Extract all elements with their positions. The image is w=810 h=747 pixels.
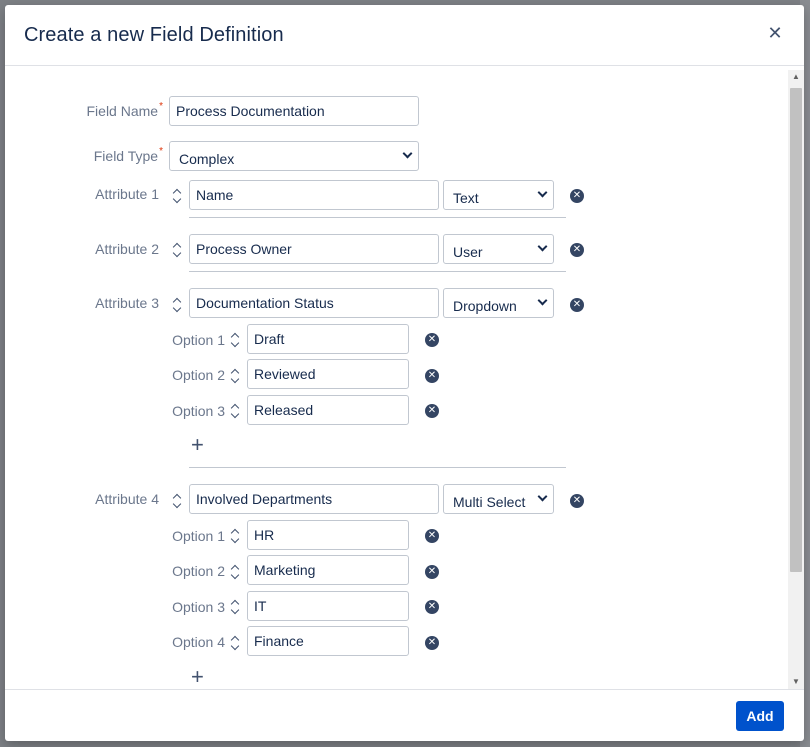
remove-circle-icon: ✕ — [572, 299, 582, 310]
remove-circle-icon: ✕ — [427, 601, 437, 612]
remove-circle-icon: ✕ — [572, 244, 582, 255]
option-label: Option 1 — [172, 332, 225, 348]
body-scrollbar[interactable]: ▲ ▼ — [788, 70, 804, 689]
dialog-body: Field Name* Field Type* Complex Attribut… — [5, 66, 804, 689]
option-input[interactable] — [247, 359, 409, 389]
chevron-down-icon — [537, 187, 548, 198]
dialog-header: Create a new Field Definition ✕ — [5, 5, 804, 66]
attribute-divider — [189, 271, 566, 272]
add-option-button[interactable]: + — [191, 664, 204, 689]
option-input[interactable] — [247, 591, 409, 621]
remove-circle-icon: ✕ — [427, 530, 437, 541]
sort-handle-icon[interactable] — [230, 330, 242, 350]
attribute-1-name-input[interactable] — [189, 180, 439, 210]
plus-icon: + — [191, 664, 204, 689]
scroll-down-arrow-icon[interactable]: ▼ — [788, 675, 804, 689]
attribute-4-type-select[interactable]: Multi Select — [443, 484, 554, 514]
sort-handle-icon[interactable] — [230, 526, 242, 546]
remove-circle-icon: ✕ — [427, 566, 437, 577]
required-marker: * — [159, 146, 163, 157]
chevron-down-icon — [537, 491, 548, 502]
sort-handle-icon[interactable] — [230, 366, 242, 386]
sort-handle-icon[interactable] — [172, 240, 184, 260]
sort-handle-icon[interactable] — [172, 295, 184, 315]
sort-handle-icon[interactable] — [172, 491, 184, 511]
option-label: Option 4 — [172, 634, 225, 650]
plus-icon: + — [191, 432, 204, 457]
remove-circle-icon: ✕ — [427, 370, 437, 381]
option-label: Option 1 — [172, 528, 225, 544]
attribute-divider — [189, 467, 566, 468]
dialog-title: Create a new Field Definition — [24, 24, 284, 46]
field-type-select[interactable]: Complex — [169, 141, 419, 171]
chevron-down-icon — [537, 241, 548, 252]
remove-circle-icon: ✕ — [572, 190, 582, 201]
attribute-2-label: Attribute 2 — [95, 241, 159, 257]
remove-attribute-3-button[interactable]: ✕ — [570, 298, 584, 312]
attribute-divider — [189, 217, 566, 218]
attribute-1-type-select[interactable]: Text — [443, 180, 554, 210]
remove-attribute-4-button[interactable]: ✕ — [570, 494, 584, 508]
add-option-button[interactable]: + — [191, 432, 204, 457]
option-input[interactable] — [247, 395, 409, 425]
remove-circle-icon: ✕ — [427, 637, 437, 648]
dialog-footer: Add — [5, 689, 804, 741]
attribute-1-label: Attribute 1 — [95, 186, 159, 202]
sort-handle-icon[interactable] — [230, 562, 242, 582]
attribute-2-type-select[interactable]: User — [443, 234, 554, 264]
option-label: Option 2 — [172, 367, 225, 383]
option-input[interactable] — [247, 555, 409, 585]
attribute-2-name-input[interactable] — [189, 234, 439, 264]
scroll-thumb[interactable] — [790, 88, 802, 572]
close-button[interactable]: ✕ — [764, 22, 786, 44]
attribute-4-name-input[interactable] — [189, 484, 439, 514]
sort-handle-icon[interactable] — [230, 401, 242, 421]
remove-attribute-2-button[interactable]: ✕ — [570, 243, 584, 257]
option-label: Option 2 — [172, 563, 225, 579]
remove-option-button[interactable]: ✕ — [425, 636, 439, 650]
create-field-definition-dialog: Create a new Field Definition ✕ Field Na… — [5, 5, 804, 741]
attribute-4-label: Attribute 4 — [95, 491, 159, 507]
scroll-up-arrow-icon[interactable]: ▲ — [788, 70, 804, 84]
remove-option-button[interactable]: ✕ — [425, 600, 439, 614]
add-button[interactable]: Add — [736, 701, 784, 731]
remove-circle-icon: ✕ — [427, 334, 437, 345]
remove-attribute-1-button[interactable]: ✕ — [570, 189, 584, 203]
required-marker: * — [159, 101, 163, 112]
remove-option-button[interactable]: ✕ — [425, 404, 439, 418]
remove-option-button[interactable]: ✕ — [425, 565, 439, 579]
option-input[interactable] — [247, 626, 409, 656]
close-icon: ✕ — [767, 23, 783, 43]
remove-option-button[interactable]: ✕ — [425, 529, 439, 543]
sort-handle-icon[interactable] — [172, 186, 184, 206]
remove-circle-icon: ✕ — [427, 405, 437, 416]
sort-handle-icon[interactable] — [230, 597, 242, 617]
option-label: Option 3 — [172, 599, 225, 615]
remove-option-button[interactable]: ✕ — [425, 369, 439, 383]
option-input[interactable] — [247, 520, 409, 550]
remove-option-button[interactable]: ✕ — [425, 333, 439, 347]
field-name-label: Field Name* — [86, 101, 164, 119]
chevron-down-icon — [402, 148, 413, 159]
option-input[interactable] — [247, 324, 409, 354]
attribute-3-label: Attribute 3 — [95, 295, 159, 311]
sort-handle-icon[interactable] — [230, 633, 242, 653]
attribute-3-name-input[interactable] — [189, 288, 439, 318]
chevron-down-icon — [537, 295, 548, 306]
option-label: Option 3 — [172, 403, 225, 419]
attribute-3-type-select[interactable]: Dropdown — [443, 288, 554, 318]
field-name-input[interactable] — [169, 96, 419, 126]
remove-circle-icon: ✕ — [572, 495, 582, 506]
field-type-label: Field Type* — [93, 146, 163, 164]
